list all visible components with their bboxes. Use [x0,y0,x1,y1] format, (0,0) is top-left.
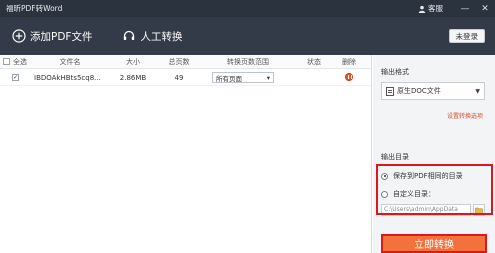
header-pages: 总页数 [168,57,190,66]
page-range-dropdown[interactable]: 所有页面 ▾ [212,72,274,83]
title-bar: 福昕PDF转Word 客服 — ✕ [0,0,495,17]
convert-now-button[interactable]: 立即转换 [381,234,487,253]
row-checkbox[interactable]: ✓ [12,74,19,81]
row-range-cell: 所有页面 ▾ [202,72,294,83]
document-icon [386,86,394,96]
chevron-down-icon: ▼ [475,87,480,95]
header-filename: 文件名 [59,57,81,66]
table-row[interactable]: ✓ IBDOAkHBts5cq8... 2.86MB 49 所有页面 ▾ [0,70,371,86]
toolbar: 添加PDF文件 人工转换 未登录 [0,17,495,55]
add-pdf-label: 添加PDF文件 [30,30,93,43]
row-size: 2.86MB [119,73,147,82]
table-header: 全选 文件名 大小 总页数 转换页数范围 状态 删除 [0,55,371,69]
file-table: 全选 文件名 大小 总页数 转换页数范围 状态 删除 ✓ IBDOAkHBts5… [0,55,372,253]
header-status: 状态 [307,57,321,66]
output-format-value: 原生DOC文件 [397,87,441,95]
customer-service-button[interactable]: 客服 [418,3,443,14]
chevron-down-icon: ▾ [266,73,270,82]
user-icon [418,5,426,13]
manual-convert-button[interactable]: 人工转换 [122,24,182,48]
select-all[interactable]: 全选 [0,57,30,67]
headset-icon [124,30,135,40]
delete-icon[interactable] [345,72,353,81]
output-dir-label: 输出目录 [381,153,409,161]
login-button[interactable]: 未登录 [448,29,485,43]
customer-service-label: 客服 [428,4,443,13]
header-delete: 删除 [342,57,356,66]
page-range-value: 所有页面 [216,74,242,83]
row-delete-cell [334,72,364,83]
select-all-label: 全选 [13,57,27,66]
header-range: 转换页数范围 [227,57,269,66]
output-format-dropdown[interactable]: 原生DOC文件 ▼ [381,82,485,100]
conversion-settings-link[interactable]: 设置转换选项 [447,111,483,120]
add-pdf-button[interactable]: 添加PDF文件 [12,24,92,48]
close-button[interactable]: ✕ [475,0,495,17]
select-all-checkbox[interactable] [3,58,10,65]
header-size: 大小 [126,57,140,66]
row-filename: IBDOAkHBts5cq8... [34,73,101,82]
window-title: 福昕PDF转Word [6,4,63,13]
row-select[interactable]: ✓ [0,74,30,81]
minimize-button[interactable]: — [455,0,475,17]
plus-circle-icon [12,29,26,43]
settings-panel: 输出格式 原生DOC文件 ▼ 设置转换选项 输出目录 保存到PDF相同的目录 自… [373,55,495,253]
row-pages: 49 [174,73,184,82]
manual-convert-label: 人工转换 [140,30,183,43]
output-dir-highlight [376,164,493,215]
output-format-label: 输出格式 [381,68,409,76]
